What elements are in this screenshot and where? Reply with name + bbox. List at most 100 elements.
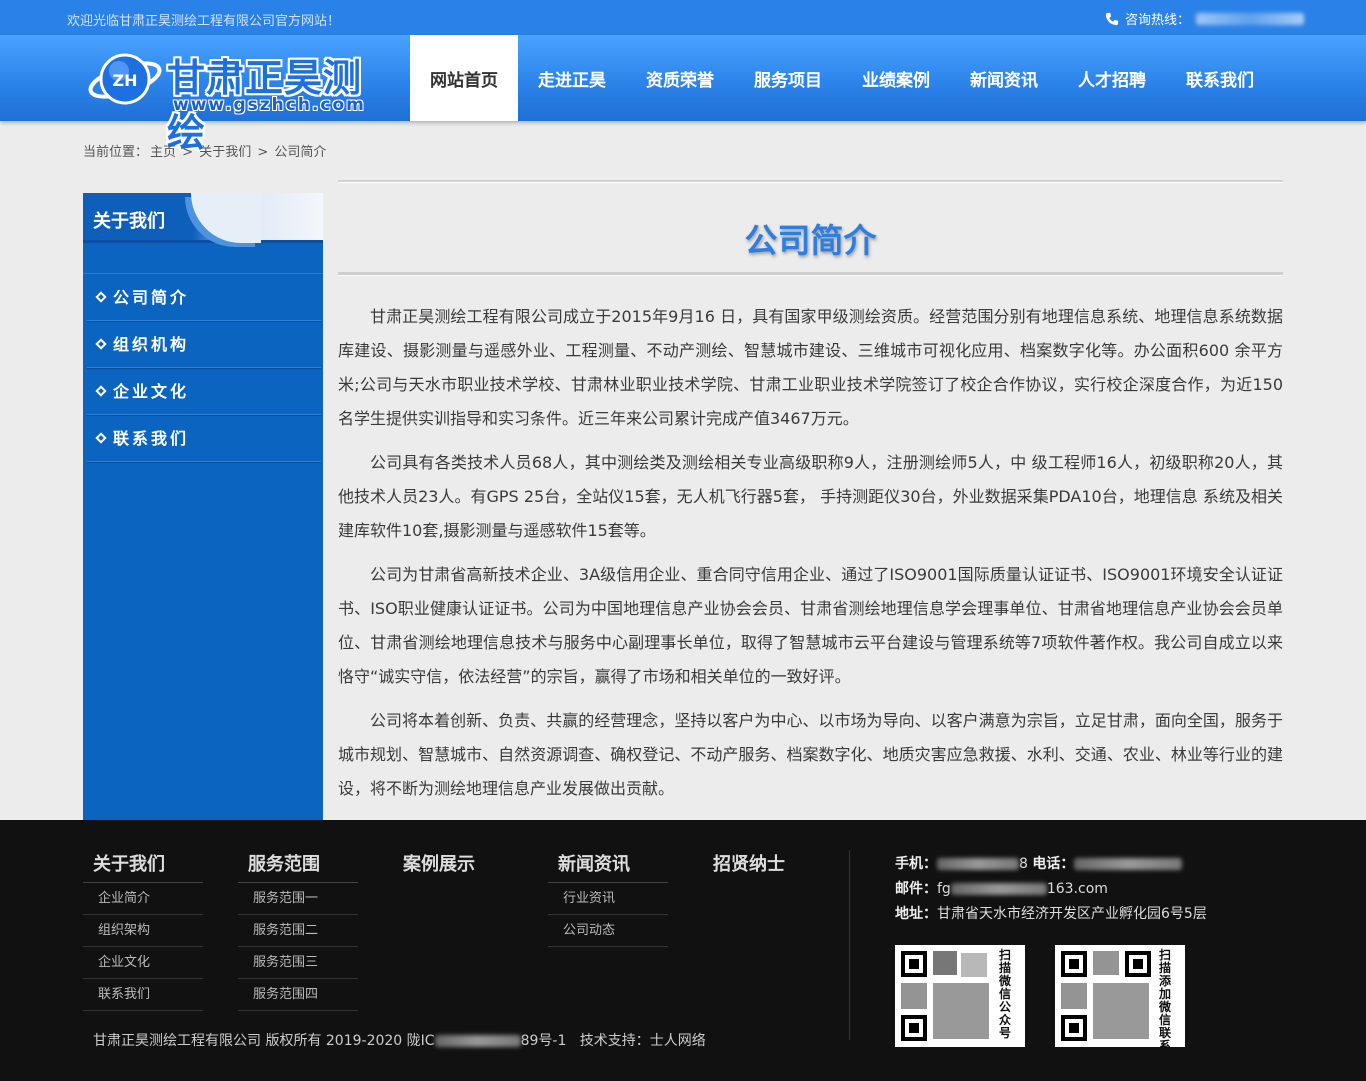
footer-link[interactable]: 服务范围四 [238, 979, 358, 1011]
nav-contact[interactable]: 联系我们 [1166, 35, 1274, 121]
footer-divider [849, 850, 850, 1040]
footer-link[interactable]: 行业资讯 [548, 883, 668, 915]
sidebar: 关于我们 公司简介 组织机构 企业文化 联系我们 [83, 193, 323, 820]
sidebar-menu: 公司简介 组织机构 企业文化 联系我们 [83, 273, 323, 462]
qr-code-icon [899, 949, 993, 1043]
breadcrumb-separator: > [257, 145, 269, 160]
phone-label: 电话： [1032, 856, 1075, 872]
top-bar: 欢迎光临甘肃正昊测绘工程有限公司官方网站！ 咨询热线： 0938-8888888 [0, 0, 1366, 35]
footer-link[interactable]: 企业文化 [83, 947, 203, 979]
footer-column-title[interactable]: 服务范围 [238, 850, 358, 883]
hotline-label: 咨询热线： [1125, 13, 1191, 28]
footer-column-cases: 案例展示 [393, 850, 513, 883]
nav-services[interactable]: 服务项目 [734, 35, 842, 121]
footer-column-title[interactable]: 案例展示 [393, 850, 513, 883]
sidebar-item-company-profile[interactable]: 公司简介 [87, 274, 321, 321]
footer-column-title[interactable]: 关于我们 [83, 850, 203, 883]
qr-code-icon [1059, 949, 1153, 1043]
redacted-email [950, 883, 1047, 895]
diamond-bullet-icon [95, 338, 107, 350]
phone-icon [1105, 12, 1119, 25]
nav-qualifications[interactable]: 资质荣誉 [626, 35, 734, 121]
copyright-text: 甘肃正昊测绘工程有限公司 版权所有 2019-2020 陇IC [93, 1033, 435, 1049]
article-paragraph: 公司为甘肃省高新技术企业、3A级信用企业、重合同守信用企业、通过了ISO9001… [338, 565, 1283, 686]
sidebar-header: 关于我们 [83, 193, 323, 243]
contact-phone-row: 手机： 8 电话： [895, 852, 1207, 877]
footer: 关于我们 企业简介 组织架构 企业文化 联系我们 服务范围 服务范围一 服务范围… [0, 820, 1366, 1081]
qr-caption: 扫描添加微信联系 [1159, 948, 1172, 1053]
footer-column-news: 新闻资讯 行业资讯 公司动态 [548, 850, 668, 947]
sidebar-item-label: 组织机构 [113, 335, 190, 354]
address-value: 甘肃省天水市经济开发区产业孵化园6号5层 [937, 906, 1207, 922]
copyright: 甘肃正昊测绘工程有限公司 版权所有 2019-2020 陇IC 89号-1 技术支… [93, 1030, 706, 1050]
diamond-bullet-icon [95, 385, 107, 397]
tech-support[interactable]: 技术支持：士人网络 [580, 1033, 706, 1049]
footer-link[interactable]: 服务范围二 [238, 915, 358, 947]
hotline: 咨询热线： 0938-8888888 [1105, 9, 1305, 28]
footer-contact: 手机： 8 电话： 邮件：fg 163.com 地址：甘肃省天水市经济开发区产业孵化… [895, 852, 1207, 927]
redacted-phone [1074, 858, 1183, 870]
footer-link[interactable]: 联系我们 [83, 979, 203, 1011]
qr-caption: 扫描微信公众号 [999, 948, 1012, 1040]
footer-link[interactable]: 公司动态 [548, 915, 668, 947]
address-label: 地址： [895, 906, 937, 922]
header: ZH 甘肃正昊测绘 www.gszhch.com 网站首页 走进正昊 资质荣誉 … [0, 35, 1366, 155]
mobile-tail: 8 [1019, 856, 1028, 872]
breadcrumb-separator: > [182, 145, 194, 160]
contact-address-row: 地址：甘肃省天水市经济开发区产业孵化园6号5层 [895, 902, 1207, 927]
nav-cases[interactable]: 业绩案例 [842, 35, 950, 121]
email-head: fg [937, 881, 951, 897]
nav-news[interactable]: 新闻资讯 [950, 35, 1058, 121]
footer-column-services: 服务范围 服务范围一 服务范围二 服务范围三 服务范围四 [238, 850, 358, 1011]
article-paragraph: 甘肃正昊测绘工程有限公司成立于2015年9月16 日，具有国家甲级测绘资质。经营… [338, 307, 1283, 428]
footer-column-title[interactable]: 新闻资讯 [548, 850, 668, 883]
article-body: 甘肃正昊测绘工程有限公司成立于2015年9月16 日，具有国家甲级测绘资质。经营… [338, 300, 1283, 816]
redacted-license [434, 1035, 521, 1047]
email-label: 邮件： [895, 881, 937, 897]
nav-about[interactable]: 走进正昊 [518, 35, 626, 121]
wechat-official-qr: 扫描微信公众号 [895, 945, 1025, 1047]
sidebar-item-contact[interactable]: 联系我们 [87, 415, 321, 462]
sidebar-item-label: 公司简介 [113, 288, 190, 307]
email-tail: 163.com [1046, 881, 1108, 897]
wechat-contact-qr: 扫描添加微信联系 [1055, 945, 1185, 1053]
nav-careers[interactable]: 人才招聘 [1058, 35, 1166, 121]
redacted-mobile [937, 858, 1019, 870]
breadcrumb-prefix: 当前位置： [83, 145, 149, 160]
decorative-arc [191, 193, 261, 243]
diamond-bullet-icon [95, 291, 107, 303]
breadcrumb: 当前位置： 主页 > 关于我们 > 公司简介 [83, 141, 328, 160]
footer-link[interactable]: 组织架构 [83, 915, 203, 947]
site-logo[interactable]: ZH 甘肃正昊测绘 www.gszhch.com [85, 43, 385, 155]
divider [338, 180, 1283, 183]
logo-badge: ZH [113, 71, 138, 90]
mobile-label: 手机： [895, 856, 937, 872]
sidebar-item-organization[interactable]: 组织机构 [87, 321, 321, 368]
footer-column-careers: 招贤纳士 [703, 850, 823, 883]
article-paragraph: 公司具有各类技术人员68人，其中测绘类及测绘相关专业高级职称9人，注册测绘师5人… [338, 453, 1283, 540]
globe-emblem-icon: ZH [88, 53, 162, 105]
copyright-license-tail: 89号-1 [520, 1033, 567, 1049]
breadcrumb-home[interactable]: 主页 [150, 145, 176, 160]
breadcrumb-current: 公司简介 [274, 145, 327, 160]
divider [338, 272, 1283, 276]
hotline-number: 0938-8888888 [1196, 12, 1305, 25]
sidebar-item-culture[interactable]: 企业文化 [87, 368, 321, 415]
welcome-text: 欢迎光临甘肃正昊测绘工程有限公司官方网站！ [67, 14, 341, 29]
diamond-bullet-icon [95, 432, 107, 444]
logo-url: www.gszhch.com [173, 95, 366, 115]
page-title: 公司简介 [744, 221, 877, 260]
footer-link[interactable]: 服务范围一 [238, 883, 358, 915]
footer-link[interactable]: 企业简介 [83, 883, 203, 915]
article-paragraph: 公司将本着创新、负责、共赢的经营理念，坚持以客户为中心、以市场为导向、以客户满意… [338, 711, 1283, 798]
breadcrumb-parent[interactable]: 关于我们 [199, 145, 251, 160]
sidebar-title: 关于我们 [93, 211, 165, 232]
footer-column-title[interactable]: 招贤纳士 [703, 850, 823, 883]
footer-column-about: 关于我们 企业简介 组织架构 企业文化 联系我们 [83, 850, 203, 1011]
contact-email-row: 邮件：fg 163.com [895, 877, 1207, 902]
sidebar-item-label: 企业文化 [113, 382, 190, 401]
footer-link[interactable]: 服务范围三 [238, 947, 358, 979]
main-nav: 网站首页 走进正昊 资质荣誉 服务项目 业绩案例 新闻资讯 人才招聘 联系我们 [410, 35, 1274, 121]
sidebar-item-label: 联系我们 [113, 429, 190, 448]
nav-home[interactable]: 网站首页 [410, 35, 518, 121]
